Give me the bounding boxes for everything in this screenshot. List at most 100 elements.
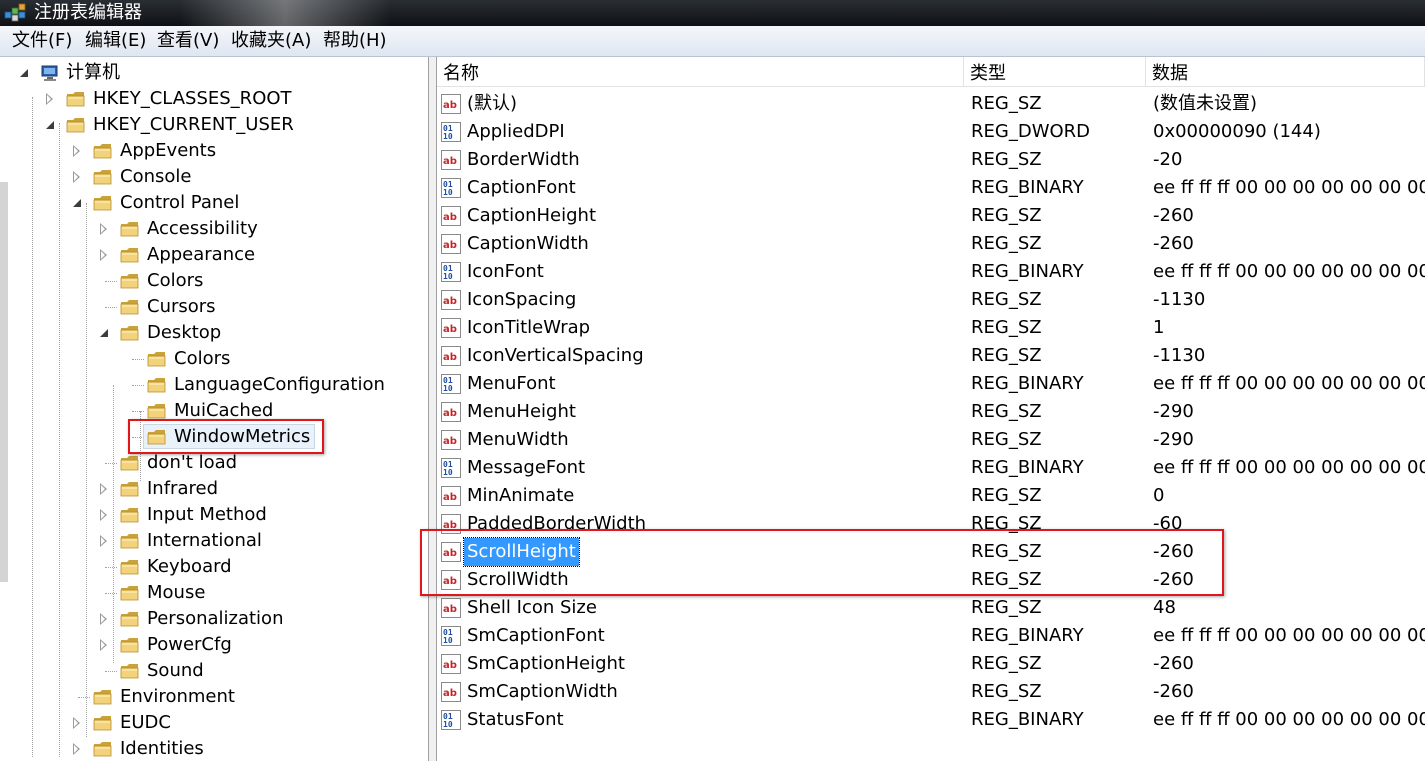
tree-node[interactable]: Accessibility — [0, 216, 428, 242]
value-row[interactable]: 01 10 StatusFont REG_BINARY ee ff ff ff 00 0… — [437, 706, 1425, 734]
folder-icon — [66, 116, 86, 134]
tree-node[interactable]: Cursors — [0, 294, 428, 320]
string-value-icon: ab — [441, 290, 461, 310]
value-row[interactable]: 01 10 MenuFont REG_BINARY ee ff ff ff 00 00 … — [437, 370, 1425, 398]
value-row[interactable]: ab CaptionWidth REG_SZ -260 — [437, 230, 1425, 258]
folder-icon — [66, 90, 86, 108]
menu-edit[interactable]: 编辑(E) — [85, 29, 146, 53]
tree-node[interactable]: HKEY_CLASSES_ROOT — [0, 86, 428, 112]
expand-arrow-inner — [101, 251, 105, 259]
value-name: MenuHeight — [467, 401, 576, 422]
svg-text:ab: ab — [443, 604, 457, 615]
string-value-icon: ab — [441, 402, 461, 422]
tree-node[interactable]: Input Method — [0, 502, 428, 528]
column-header-type[interactable]: 类型 — [964, 57, 1146, 87]
value-row[interactable]: 01 10 IconFont REG_BINARY ee ff ff ff 00 00 … — [437, 258, 1425, 286]
collapse-arrow-icon[interactable] — [100, 329, 108, 337]
tree-node[interactable]: Personalization — [0, 606, 428, 632]
folder-icon — [93, 740, 113, 758]
value-row[interactable]: 01 10 MessageFont REG_BINARY ee ff ff ff 00 … — [437, 454, 1425, 482]
folder-icon — [120, 220, 140, 238]
tree-node[interactable]: Mouse — [0, 580, 428, 606]
menu-view[interactable]: 查看(V) — [157, 29, 219, 53]
menu-file[interactable]: 文件(F) — [12, 29, 72, 53]
panel-splitter[interactable] — [429, 57, 437, 761]
svg-text:10: 10 — [443, 272, 453, 281]
value-row[interactable]: ab MenuWidth REG_SZ -290 — [437, 426, 1425, 454]
value-data: 1 — [1153, 317, 1165, 338]
column-header-name[interactable]: 名称 — [437, 57, 964, 87]
folder-icon — [120, 662, 140, 680]
tree-node[interactable]: Appearance — [0, 242, 428, 268]
tree-node[interactable]: Sound — [0, 658, 428, 684]
tree-node[interactable]: Control Panel — [0, 190, 428, 216]
folder-icon — [120, 480, 140, 498]
value-name: (默认) — [467, 93, 518, 114]
tree-connector — [105, 593, 117, 594]
value-data: -1130 — [1153, 345, 1206, 366]
tree-node[interactable]: EUDC — [0, 710, 428, 736]
tree-node-label: Colors — [174, 348, 231, 369]
tree-node[interactable]: PowerCfg — [0, 632, 428, 658]
tree-node[interactable]: Identities — [0, 736, 428, 761]
value-name: StatusFont — [467, 709, 564, 730]
tree-node[interactable]: Colors — [0, 268, 428, 294]
expand-arrow-inner — [101, 225, 105, 233]
value-row[interactable]: ab BorderWidth REG_SZ -20 — [437, 146, 1425, 174]
tree-connector — [132, 411, 144, 412]
svg-text:ab: ab — [443, 352, 457, 363]
collapse-arrow-icon[interactable] — [73, 199, 81, 207]
menu-help[interactable]: 帮助(H) — [323, 29, 387, 53]
tree-node[interactable]: Infrared — [0, 476, 428, 502]
string-value-icon: ab — [441, 346, 461, 366]
values-list[interactable]: 名称 类型 数据 ab (默认) REG_SZ (数值未设置) 01 10 AppliedD… — [437, 57, 1425, 761]
value-type: REG_SZ — [971, 429, 1042, 450]
value-type: REG_SZ — [971, 289, 1042, 310]
value-type: REG_BINARY — [971, 373, 1084, 394]
value-row[interactable]: ab (默认) REG_SZ (数值未设置) — [437, 90, 1425, 118]
value-row[interactable]: ab Shell Icon Size REG_SZ 48 — [437, 594, 1425, 622]
expand-arrow-inner — [101, 615, 105, 623]
collapse-arrow-icon[interactable] — [46, 121, 54, 129]
value-name: SmCaptionHeight — [467, 653, 625, 674]
value-row[interactable]: 01 10 CaptionFont REG_BINARY ee ff ff ff 00 … — [437, 174, 1425, 202]
value-row[interactable]: 01 10 SmCaptionFont REG_BINARY ee ff ff ff 0… — [437, 622, 1425, 650]
tree-node[interactable]: Keyboard — [0, 554, 428, 580]
string-value-icon: ab — [441, 318, 461, 338]
folder-icon — [120, 506, 140, 524]
value-row[interactable]: 01 10 AppliedDPI REG_DWORD 0x00000090 (144) — [437, 118, 1425, 146]
tree-node[interactable]: HKEY_CURRENT_USER — [0, 112, 428, 138]
value-data: ee ff ff ff 00 00 00 00 00 00 00 00 — [1153, 177, 1425, 198]
value-row[interactable]: ab SmCaptionHeight REG_SZ -260 — [437, 650, 1425, 678]
value-row[interactable]: ab IconSpacing REG_SZ -1130 — [437, 286, 1425, 314]
value-row[interactable]: ab IconTitleWrap REG_SZ 1 — [437, 314, 1425, 342]
value-row[interactable]: ab SmCaptionWidth REG_SZ -260 — [437, 678, 1425, 706]
tree-node[interactable]: AppEvents — [0, 138, 428, 164]
folder-icon — [93, 688, 113, 706]
window-title: 注册表编辑器 — [34, 2, 142, 23]
tree-node[interactable]: Desktop — [0, 320, 428, 346]
menu-favorites[interactable]: 收藏夹(A) — [231, 29, 311, 53]
svg-text:ab: ab — [443, 436, 457, 447]
value-row[interactable]: ab MenuHeight REG_SZ -290 — [437, 398, 1425, 426]
value-row[interactable]: ab IconVerticalSpacing REG_SZ -1130 — [437, 342, 1425, 370]
tree-node-label: Control Panel — [120, 192, 240, 213]
tree-node[interactable]: International — [0, 528, 428, 554]
value-row[interactable]: ab CaptionHeight REG_SZ -260 — [437, 202, 1425, 230]
tree-guide-line — [113, 385, 114, 663]
tree-node-label: Environment — [120, 686, 235, 707]
column-header-data[interactable]: 数据 — [1146, 57, 1425, 87]
svg-text:ab: ab — [443, 688, 457, 699]
tree-node[interactable]: Environment — [0, 684, 428, 710]
collapse-arrow-icon[interactable] — [20, 69, 28, 77]
tree-node[interactable]: LanguageConfiguration — [0, 372, 428, 398]
value-row[interactable]: ab MinAnimate REG_SZ 0 — [437, 482, 1425, 510]
registry-tree[interactable]: 计算机 HKEY_CLASSES_ROOT HKEY_CURRENT_USER App… — [0, 57, 429, 761]
folder-icon — [120, 558, 140, 576]
tree-node[interactable]: Colors — [0, 346, 428, 372]
string-value-icon: ab — [441, 94, 461, 114]
tree-node[interactable]: Console — [0, 164, 428, 190]
tree-connector — [78, 697, 90, 698]
folder-icon — [120, 324, 140, 342]
value-name: BorderWidth — [467, 149, 580, 170]
